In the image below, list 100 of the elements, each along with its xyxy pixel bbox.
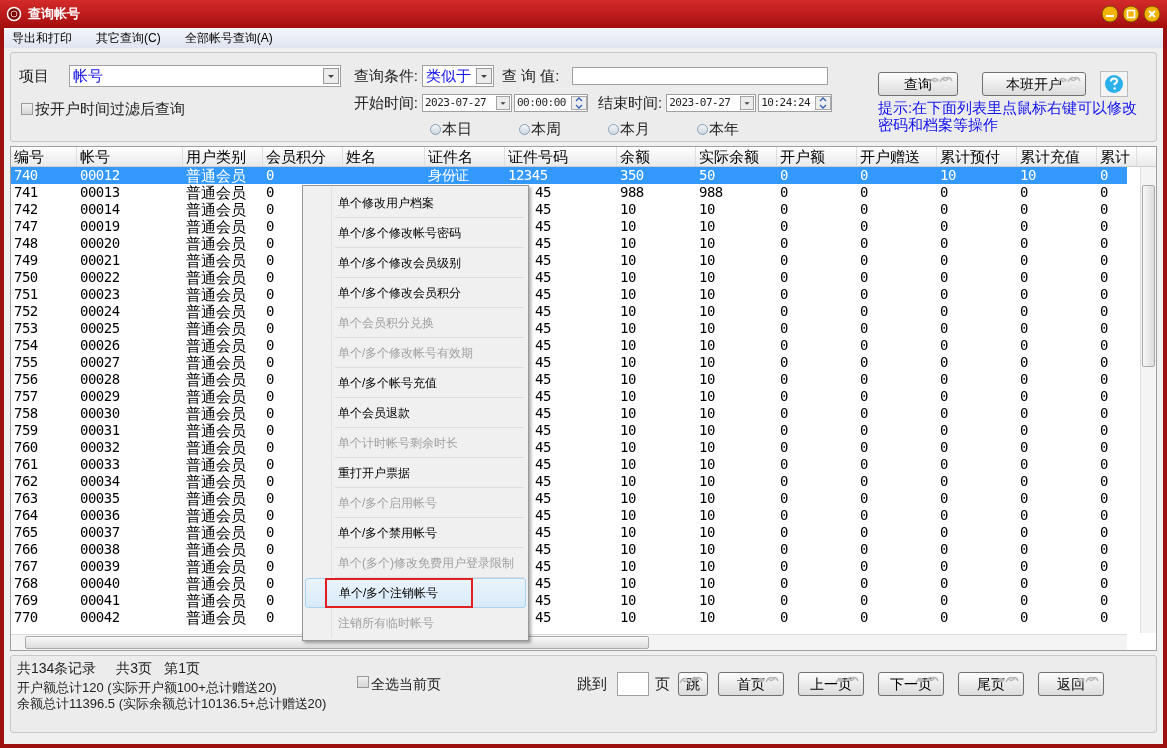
table-cell: 10 — [620, 524, 636, 540]
menu-item[interactable]: 导出和打印 — [10, 29, 74, 47]
table-cell: 普通会员 — [186, 507, 246, 524]
column-header[interactable]: 姓名 — [343, 147, 425, 166]
time-field[interactable]: 10:24:24 — [758, 93, 833, 112]
menu-item[interactable]: 单个/多个帐号充值 — [305, 368, 526, 398]
table-cell: 10 — [699, 235, 715, 251]
menu-item[interactable]: 其它查询(C) — [94, 29, 163, 47]
push-button[interactable]: 本班开户 — [982, 72, 1086, 96]
item-dropdown[interactable]: 帐号 — [69, 65, 341, 88]
column-header[interactable]: 用户类别 — [183, 147, 263, 166]
push-button[interactable]: 查询 — [878, 72, 958, 96]
column-header[interactable]: 编号 — [11, 147, 77, 166]
table-cell: 0 — [780, 490, 788, 506]
menu-item[interactable]: 单个修改用户档案 — [305, 188, 526, 218]
table-cell: 0 — [266, 575, 274, 591]
table-cell: 740 — [14, 167, 38, 183]
table-cell: 10 — [620, 269, 636, 285]
radio-button[interactable] — [696, 123, 708, 135]
column-header[interactable]: 开户赠送 — [857, 147, 937, 166]
current-page: 第1页 — [164, 660, 200, 676]
table-cell: 0 — [266, 388, 274, 404]
table-cell-text: 45 — [534, 201, 551, 217]
table-cell-text: 45 — [534, 320, 551, 336]
table-cell: 10 — [620, 473, 636, 489]
column-header[interactable]: 累计 — [1097, 147, 1137, 166]
table-cell: 0 — [1100, 320, 1108, 336]
time-field[interactable]: 00:00:00 — [514, 93, 588, 112]
menu-item[interactable]: 单个/多个修改会员级别 — [305, 248, 526, 278]
table-cell: 0 — [940, 201, 948, 217]
table-cell: 0 — [1020, 303, 1028, 319]
column-header[interactable]: 开户额 — [777, 147, 857, 166]
date-picker[interactable]: 2023-07-27 — [666, 93, 757, 112]
table-cell-text: 45 — [534, 439, 551, 455]
table-cell: 0 — [940, 184, 948, 200]
table-cell: 0 — [1100, 388, 1108, 404]
table-cell: 普通会员 — [186, 490, 246, 507]
menu-item[interactable]: 重打开户票据 — [305, 458, 526, 488]
table-cell: 0 — [1020, 286, 1028, 302]
table-cell: 普通会员 — [186, 388, 246, 405]
table-cell: 752 — [14, 303, 38, 319]
menu-item[interactable]: 单个会员退款 — [305, 398, 526, 428]
summary-text: 开户额总计120 (实际开户额100+总计赠送20) — [17, 680, 278, 696]
table-cell: 0 — [780, 201, 788, 217]
table-cell: 0 — [266, 507, 274, 523]
vertical-scrollbar[interactable] — [1140, 167, 1156, 633]
condition-dropdown[interactable]: 类似于 — [422, 65, 494, 88]
radio-button[interactable] — [607, 123, 619, 135]
table-cell: 0 — [940, 337, 948, 353]
column-header[interactable]: 累计充值 — [1017, 147, 1097, 166]
table-cell-text: 45 — [534, 490, 551, 506]
horizontal-scrollbar[interactable] — [11, 634, 1127, 650]
push-button[interactable]: 跳 — [678, 672, 708, 696]
table-cell: 0 — [1020, 184, 1028, 200]
table-cell: 0 — [266, 184, 274, 200]
table-cell: 10 — [620, 218, 636, 234]
table-cell: 0 — [860, 269, 868, 285]
table-cell: 普通会员 — [186, 592, 246, 609]
spinner-icon[interactable] — [815, 95, 832, 110]
scroll-thumb[interactable] — [1142, 185, 1155, 367]
column-header[interactable]: 证件名 — [425, 147, 505, 166]
table-cell: 754 — [14, 337, 38, 353]
table-cell-text: 45 — [534, 422, 551, 438]
table-cell: 0 — [940, 473, 948, 489]
menu-item[interactable]: 单个/多个注销帐号 — [305, 578, 526, 608]
hint-text: 提示:在下面列表里点鼠标右键可以修改密码和档案等操作 — [878, 99, 1139, 133]
table-cell: 0 — [266, 337, 274, 353]
checkbox[interactable] — [357, 676, 369, 688]
table-cell: 普通会员 — [186, 439, 246, 456]
table-cell: 0 — [780, 269, 788, 285]
column-header[interactable]: 帐号 — [77, 147, 183, 166]
page-field[interactable] — [617, 672, 649, 696]
column-header[interactable]: 证件号码 — [505, 147, 617, 166]
date-picker[interactable]: 2023-07-27 — [422, 93, 512, 112]
menu-item[interactable]: 单个/多个修改会员积分 — [305, 278, 526, 308]
time-value: 10:24:24 — [761, 94, 812, 111]
minimize-icon[interactable] — [1101, 5, 1119, 23]
column-header[interactable]: 实际余额 — [696, 147, 777, 166]
table-cell: 0 — [1100, 524, 1108, 540]
close-icon[interactable] — [1143, 5, 1161, 23]
table-cell: 0 — [1100, 201, 1108, 217]
table-cell-text: 45 — [534, 473, 551, 489]
spinner-icon[interactable] — [571, 95, 587, 110]
menu-item[interactable]: 全部帐号查询(A) — [182, 29, 275, 47]
radio-button[interactable] — [518, 123, 530, 135]
window-title: 查询帐号 — [28, 5, 80, 24]
maximize-icon[interactable] — [1122, 5, 1140, 23]
table-cell: 758 — [14, 405, 38, 421]
table-cell: 0 — [860, 592, 868, 608]
radio-button[interactable] — [429, 123, 441, 135]
menu-item[interactable]: 单个/多个禁用帐号 — [305, 518, 526, 548]
column-header[interactable]: 累计预付 — [937, 147, 1017, 166]
table-cell: 0 — [780, 405, 788, 421]
help-icon[interactable] — [1100, 71, 1128, 97]
table-cell: 0 — [780, 592, 788, 608]
column-header[interactable]: 余额 — [617, 147, 696, 166]
column-header[interactable]: 会员积分 — [263, 147, 343, 166]
menu-item[interactable]: 单个/多个修改帐号密码 — [305, 218, 526, 248]
checkbox[interactable] — [21, 102, 33, 115]
query-field[interactable] — [571, 67, 828, 86]
